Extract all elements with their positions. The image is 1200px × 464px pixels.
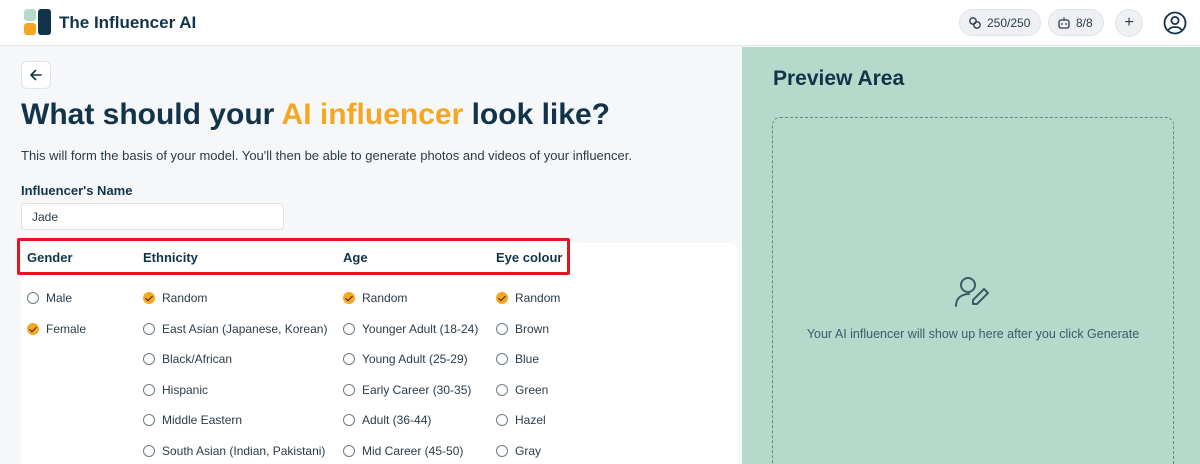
radio-unchecked-icon[interactable] (343, 445, 355, 457)
page-title-post: look like? (463, 98, 610, 131)
eye-colour-option[interactable]: Gray (496, 443, 541, 459)
plus-icon: + (1124, 14, 1134, 31)
user-edit-icon (955, 277, 989, 307)
gender-option[interactable]: Male (27, 290, 72, 306)
age-heading: Age (343, 250, 368, 265)
radio-unchecked-icon[interactable] (143, 414, 155, 426)
ethnicity-option-label: Middle Eastern (162, 413, 243, 427)
page-title-accent: AI influencer (281, 98, 464, 131)
eye-colour-option-label: Green (515, 383, 549, 397)
ethnicity-option[interactable]: Hispanic (143, 382, 208, 398)
gender-option-label: Male (46, 291, 73, 305)
back-button[interactable] (21, 61, 51, 89)
radio-unchecked-icon[interactable] (496, 323, 508, 335)
ethnicity-option[interactable]: Middle Eastern (143, 412, 242, 428)
eye-colour-option-label: Blue (515, 352, 540, 366)
age-option[interactable]: Younger Adult (18-24) (343, 321, 478, 337)
page-title-pre: What should your (21, 98, 282, 131)
ethnicity-heading: Ethnicity (143, 250, 198, 265)
radio-unchecked-icon[interactable] (343, 323, 355, 335)
eye-colour-option[interactable]: Green (496, 382, 548, 398)
user-circle-icon[interactable] (1163, 11, 1187, 35)
ethnicity-option-label: Random (162, 291, 208, 305)
radio-unchecked-icon[interactable] (496, 353, 508, 365)
eye-colour-option[interactable]: Hazel (496, 412, 546, 428)
eye-colour-option[interactable]: Brown (496, 321, 549, 337)
gender-option[interactable]: Female (27, 321, 86, 337)
radio-unchecked-icon[interactable] (343, 384, 355, 396)
page-subtitle: This will form the basis of your model. … (21, 148, 632, 163)
header-highlight-box (17, 238, 570, 275)
age-option-label: Random (362, 291, 408, 305)
radio-checked-icon[interactable] (27, 323, 39, 335)
ethnicity-option[interactable]: East Asian (Japanese, Korean) (143, 321, 327, 337)
models-count: 8/8 (1076, 15, 1093, 30)
eye-colour-option-label: Hazel (515, 413, 546, 427)
logo-icon[interactable] (24, 9, 52, 35)
radio-unchecked-icon[interactable] (496, 445, 508, 457)
age-option[interactable]: Young Adult (25-29) (343, 351, 468, 367)
add-button[interactable]: + (1115, 9, 1143, 37)
name-label: Influencer's Name (21, 183, 133, 198)
credits-badge[interactable]: 250/250 (959, 9, 1042, 36)
preview-empty-text: Your AI influencer will show up here aft… (806, 327, 1140, 341)
age-option-label: Young Adult (25-29) (362, 352, 468, 366)
eye-colour-option-label: Brown (515, 322, 550, 336)
arrow-left-icon (30, 69, 42, 81)
ethnicity-option-label: Hispanic (162, 383, 209, 397)
page-title: What should your AI influencer look like… (21, 98, 610, 132)
app-title[interactable]: The Influencer AI (59, 13, 196, 33)
radio-unchecked-icon[interactable] (27, 292, 39, 304)
ethnicity-option[interactable]: South Asian (Indian, Pakistani) (143, 443, 325, 459)
credits-icon (969, 16, 981, 29)
radio-unchecked-icon[interactable] (496, 414, 508, 426)
radio-unchecked-icon[interactable] (143, 353, 155, 365)
preview-title: Preview Area (773, 67, 905, 90)
influencer-name-input[interactable] (21, 203, 284, 230)
radio-checked-icon[interactable] (143, 292, 155, 304)
age-option-label: Mid Career (45-50) (362, 444, 464, 458)
ethnicity-option-label: South Asian (Indian, Pakistani) (162, 444, 326, 458)
eye-colour-option[interactable]: Blue (496, 351, 539, 367)
radio-unchecked-icon[interactable] (143, 384, 155, 396)
age-option[interactable]: Early Career (30-35) (343, 382, 471, 398)
ethnicity-option[interactable]: Random (143, 290, 207, 306)
models-badge[interactable]: 8/8 (1048, 9, 1104, 36)
ethnicity-option[interactable]: Black/African (143, 351, 232, 367)
radio-checked-icon[interactable] (343, 292, 355, 304)
age-option-label: Adult (36-44) (362, 413, 432, 427)
radio-unchecked-icon[interactable] (343, 414, 355, 426)
eye-colour-option-label: Gray (515, 444, 542, 458)
top-bar: The Influencer AI 250/250 8/8 + (0, 0, 1200, 46)
age-option[interactable]: Mid Career (45-50) (343, 443, 463, 459)
radio-checked-icon[interactable] (496, 292, 508, 304)
eye-colour-heading: Eye colour (496, 250, 563, 265)
ethnicity-option-label: East Asian (Japanese, Korean) (162, 322, 328, 336)
radio-unchecked-icon[interactable] (143, 323, 155, 335)
gender-heading: Gender (27, 250, 73, 265)
age-option-label: Early Career (30-35) (362, 383, 472, 397)
age-option[interactable]: Random (343, 290, 407, 306)
robot-icon (1058, 17, 1070, 29)
radio-unchecked-icon[interactable] (343, 353, 355, 365)
eye-colour-option[interactable]: Random (496, 290, 560, 306)
eye-colour-option-label: Random (515, 291, 561, 305)
age-option[interactable]: Adult (36-44) (343, 412, 431, 428)
ethnicity-option-label: Black/African (162, 352, 233, 366)
gender-option-label: Female (46, 322, 87, 336)
age-option-label: Younger Adult (18-24) (362, 322, 479, 336)
radio-unchecked-icon[interactable] (496, 384, 508, 396)
credits-count: 250/250 (987, 15, 1031, 30)
radio-unchecked-icon[interactable] (143, 445, 155, 457)
